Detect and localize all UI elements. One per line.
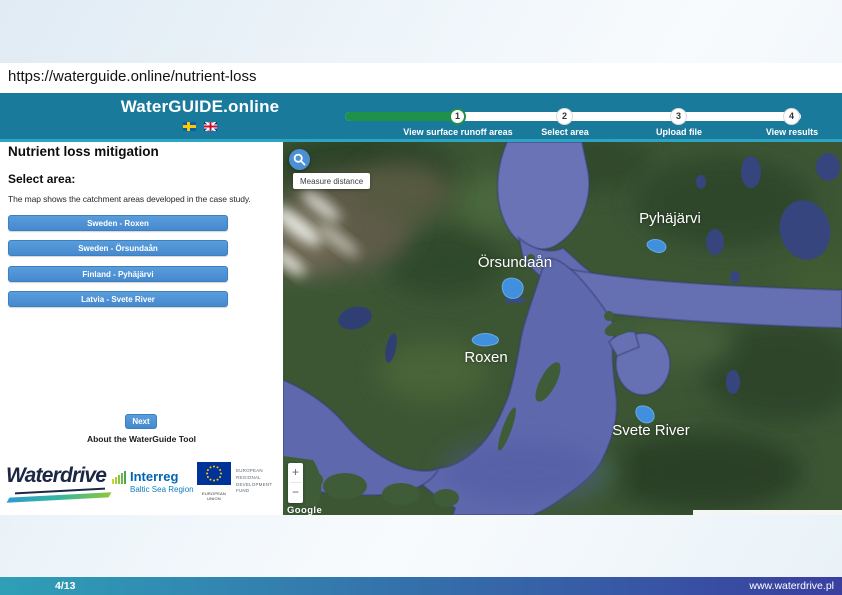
slide: https://waterguide.online/nutrient-loss … [0,0,842,595]
map-search-button[interactable] [289,149,310,170]
page-indicator: 4/13 [55,577,75,595]
select-area-heading: Select area: [8,172,75,186]
eu-caption: EUROPEAN UNION [196,491,232,501]
eu-fund-text: EUROPEAN REGIONAL DEVELOPMENT FUND [236,468,270,495]
waterdrive-logo-text: Waterdrive [6,464,110,488]
stepper-track [345,112,801,121]
logo-row: Waterdrive Interreg Baltic Sea Region [0,460,283,512]
map-zoom-control: + − [288,463,303,503]
map-description: The map shows the catchment areas develo… [8,194,251,204]
app-header: WaterGUIDE.online 1 2 3 4 View surface r… [0,93,842,139]
map-viewport[interactable]: Pyhäjärvi Örsundaån Roxen Svete River Me… [283,142,842,515]
interreg-logo-text: Interreg [130,470,194,483]
about-waterguide-link[interactable]: About the WaterGuide Tool [0,434,283,444]
area-button-sweden-roxen[interactable]: Sweden - Roxen [8,215,228,231]
area-button-finland-pyhajarvi[interactable]: Finland - Pyhäjärvi [8,266,228,282]
zoom-in-button[interactable]: + [288,463,303,482]
app-title: WaterGUIDE.online [100,97,300,117]
map-label-roxen: Roxen [416,349,556,366]
map-attribution-strip [693,510,842,515]
eu-flag-logo: EUROPEAN UNION [196,462,232,501]
measure-distance-button[interactable]: Measure distance [293,173,370,189]
map-label-orsundaan: Örsundaån [445,254,585,271]
page-title: Nutrient loss mitigation [8,144,159,159]
map-label-pyhajarvi: Pyhäjärvi [600,210,740,227]
sidebar: Nutrient loss mitigation Select area: Th… [0,142,283,515]
step-3-circle[interactable]: 3 [670,108,687,125]
step-4-label: View results [722,127,842,137]
map-canvas [283,142,842,515]
page-url: https://waterguide.online/nutrient-loss [8,68,256,85]
footer-website: www.waterdrive.pl [749,577,834,595]
catchment-orsundaan [502,278,523,298]
url-band: https://waterguide.online/nutrient-loss [0,63,842,93]
slide-footer: 4/13 www.waterdrive.pl [0,577,842,595]
search-icon [293,153,306,166]
step-2-circle[interactable]: 2 [556,108,573,125]
language-switcher [100,122,300,140]
interreg-logo-subtext: Baltic Sea Region [130,485,194,494]
swedish-flag-icon[interactable] [183,122,196,131]
interreg-logo: Interreg Baltic Sea Region [112,470,194,494]
step-1-circle[interactable]: 1 [449,108,466,125]
map-label-svete-river: Svete River [581,422,721,439]
waterdrive-logo: Waterdrive [6,464,110,506]
stepper-progress-fill [345,112,459,121]
area-button-sweden-orsundaan[interactable]: Sweden - Örsundaån [8,240,228,256]
catchment-roxen [472,334,498,346]
interreg-bars-icon [112,470,127,484]
next-button[interactable]: Next [125,414,157,429]
area-button-latvia-svete[interactable]: Latvia - Svete River [8,291,228,307]
google-attribution[interactable]: Google [287,505,322,515]
step-4-circle[interactable]: 4 [783,108,800,125]
zoom-out-button[interactable]: − [288,483,303,503]
uk-flag-icon[interactable] [204,122,217,131]
eu-flag-icon [197,462,231,485]
